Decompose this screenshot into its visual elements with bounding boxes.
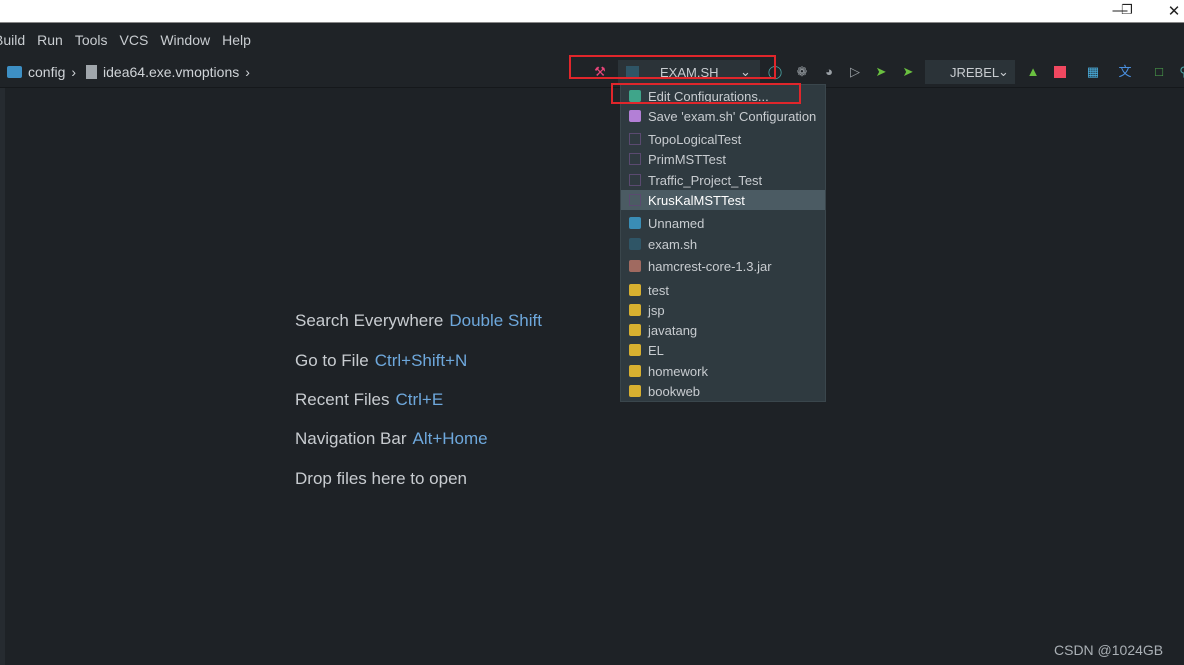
popup-item[interactable]: EL: [621, 340, 825, 360]
coverage-icon[interactable]: ▷: [847, 64, 863, 80]
menu-build[interactable]: Build: [0, 32, 25, 48]
popup-item[interactable]: PrimMSTTest: [621, 149, 825, 169]
left-gutter: [0, 88, 5, 665]
debug-icon[interactable]: ❁: [794, 64, 810, 80]
popup-item-label: Save 'exam.sh' Configuration: [648, 108, 817, 124]
shell-error-icon: [629, 217, 641, 229]
junit-icon: [629, 153, 641, 165]
breadcrumb: config › idea64.exe.vmoptions ›: [7, 64, 250, 80]
popup-item-label: javatang: [648, 322, 698, 338]
popup-item[interactable]: test: [621, 280, 825, 300]
tomcat-icon: [629, 324, 641, 336]
jrebel-run-icon[interactable]: ➤: [873, 64, 889, 80]
translate-icon[interactable]: 文: [1117, 64, 1133, 80]
highlight-box: [569, 55, 776, 79]
jrebel-selector[interactable]: JREBEL ⌄: [925, 60, 1015, 84]
junit-icon: [629, 133, 641, 145]
menu-window[interactable]: Window: [160, 32, 210, 48]
title-bar: — ❐ ✕: [0, 0, 1184, 23]
popup-item-label: jsp: [648, 302, 665, 318]
popup-item-label: Unnamed: [648, 215, 705, 231]
popup-item[interactable]: KrusKalMSTTest: [621, 190, 825, 210]
junit-icon: [629, 174, 641, 186]
folder-config-icon: [7, 66, 22, 78]
junit-icon: [629, 194, 641, 206]
stop-icon[interactable]: [1052, 64, 1068, 80]
search-icon[interactable]: ⚲: [1176, 64, 1184, 80]
hint-navigation-bar: Navigation Bar Alt+Home: [295, 429, 488, 448]
chevron-right-icon: ›: [245, 64, 250, 80]
popup-item-label: PrimMSTTest: [648, 151, 726, 167]
popup-item[interactable]: hamcrest-core-1.3.jar: [621, 256, 825, 276]
save-icon: [629, 110, 641, 122]
popup-item[interactable]: javatang: [621, 320, 825, 340]
terminal-icon[interactable]: □: [1151, 64, 1167, 80]
popup-item-label: EL: [648, 342, 664, 358]
hint-recent-files: Recent Files Ctrl+E: [295, 390, 444, 409]
popup-item[interactable]: jsp: [621, 300, 825, 320]
highlight-box: [611, 83, 801, 104]
shell-icon: [629, 238, 641, 250]
close-icon[interactable]: ✕: [1164, 2, 1184, 20]
tomcat-icon: [629, 365, 641, 377]
jrebel-update-icon[interactable]: ▲: [1025, 64, 1041, 80]
menu-bar: Build Run Tools VCS Window Help: [0, 23, 1184, 57]
breadcrumb-file[interactable]: idea64.exe.vmoptions: [103, 64, 239, 80]
hint-drop-files: Drop files here to open: [295, 469, 467, 488]
popup-item-label: TopoLogicalTest: [648, 131, 742, 147]
popup-item[interactable]: Save 'exam.sh' Configuration: [621, 106, 825, 126]
popup-item[interactable]: TopoLogicalTest: [621, 129, 825, 149]
tomcat-icon: [629, 284, 641, 296]
popup-item-label: hamcrest-core-1.3.jar: [648, 258, 772, 274]
jar-icon: [629, 260, 641, 272]
popup-item[interactable]: Unnamed: [621, 213, 825, 233]
popup-item[interactable]: exam.sh: [621, 234, 825, 254]
popup-item-label: test: [648, 282, 669, 298]
tomcat-icon: [629, 304, 641, 316]
menu-vcs[interactable]: VCS: [120, 32, 149, 48]
file-icon: [86, 65, 98, 79]
popup-item-label: homework: [648, 363, 708, 379]
menu-help[interactable]: Help: [222, 32, 251, 48]
chevron-right-icon: ›: [71, 64, 77, 80]
popup-item-label: Traffic_Project_Test: [648, 172, 763, 188]
profile-icon[interactable]: ◕: [821, 64, 837, 80]
popup-item[interactable]: bookweb: [621, 381, 825, 401]
jrebel-debug-icon[interactable]: ➤: [900, 64, 916, 80]
hint-go-to-file: Go to File Ctrl+Shift+N: [295, 351, 468, 370]
chevron-down-icon: ⌄: [998, 64, 1009, 79]
structure-grid-icon[interactable]: ▦: [1085, 64, 1101, 80]
popup-item[interactable]: Traffic_Project_Test: [621, 170, 825, 190]
popup-item-label: bookweb: [648, 383, 701, 399]
popup-item-label: exam.sh: [648, 236, 698, 252]
restore-icon[interactable]: ❐: [1117, 2, 1137, 18]
run-configurations-popup: Edit Configurations... Save 'exam.sh' Con…: [620, 84, 826, 402]
breadcrumb-config[interactable]: config: [28, 64, 65, 80]
hint-search-everywhere: Search Everywhere Double Shift: [295, 311, 542, 330]
menu-tools[interactable]: Tools: [75, 32, 108, 48]
popup-item-label: KrusKalMSTTest: [648, 192, 745, 208]
jrebel-label: JREBEL: [950, 65, 1000, 80]
menu-run[interactable]: Run: [37, 32, 63, 48]
tomcat-icon: [629, 385, 641, 397]
popup-item[interactable]: homework: [621, 361, 825, 381]
watermark: CSDN @1024GB: [1054, 642, 1164, 658]
tomcat-icon: [629, 344, 641, 356]
